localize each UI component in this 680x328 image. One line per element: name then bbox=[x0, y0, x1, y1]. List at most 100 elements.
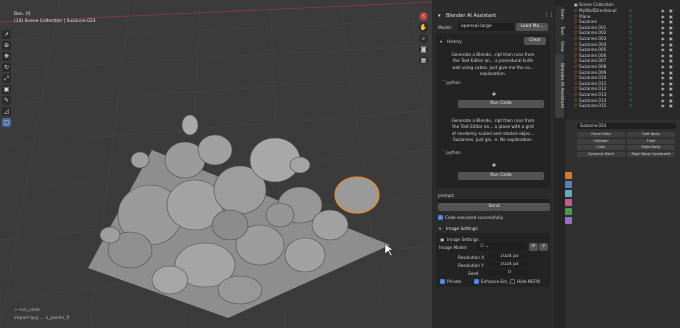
visibility-eye-icon[interactable]: ◉ bbox=[661, 64, 665, 69]
outliner-row[interactable]: ▽ Suzanne.009 ▽ ◉ ▣ bbox=[565, 70, 680, 75]
gizmo-x-icon[interactable]: X bbox=[419, 12, 428, 21]
select-tool-icon[interactable]: ➚ bbox=[2, 30, 11, 39]
outliner-row[interactable]: ▽ Suzanne.003 ▽ ◉ ▣ bbox=[565, 36, 680, 41]
send-button[interactable]: Send bbox=[438, 203, 550, 211]
outliner-row[interactable]: ▽ Suzanne.004 ▽ ◉ ▣ bbox=[565, 42, 680, 47]
outliner-row[interactable]: ▽ Suzanne.008 ▽ ◉ ▣ bbox=[565, 64, 680, 69]
visibility-eye-icon[interactable]: ◉ bbox=[661, 103, 665, 108]
physics-button[interactable]: Rigid Body Constraint bbox=[627, 151, 675, 157]
visibility-eye-icon[interactable]: ◉ bbox=[661, 8, 665, 13]
physics-button[interactable]: Force Field bbox=[577, 132, 625, 137]
physics-button[interactable]: Collision bbox=[577, 138, 625, 144]
resolution-x-field[interactable]: 1024 px bbox=[488, 254, 528, 260]
add-cube-tool-icon[interactable]: ▢ bbox=[2, 118, 11, 127]
visibility-eye-icon[interactable]: ◉ bbox=[661, 92, 665, 97]
panel-collapse-icon[interactable]: ▾ bbox=[438, 13, 441, 19]
physics-button[interactable]: Rigid Body bbox=[627, 145, 675, 150]
image-settings-expand-icon[interactable]: ▾ bbox=[439, 226, 441, 231]
visibility-eye-icon[interactable]: ◉ bbox=[661, 53, 665, 58]
transform-tool-icon[interactable]: ▣ bbox=[2, 85, 11, 94]
visibility-eye-icon[interactable]: ◉ bbox=[661, 14, 665, 19]
render-camera-icon[interactable]: ▣ bbox=[669, 86, 673, 91]
render-camera-icon[interactable]: ▣ bbox=[669, 36, 673, 41]
outliner-header[interactable]: ▣ Scene Collection bbox=[565, 2, 680, 7]
refresh-icon[interactable]: ⟳ bbox=[529, 243, 538, 251]
visibility-eye-icon[interactable]: ◉ bbox=[661, 98, 665, 103]
object-name-field[interactable]: Suzanne.024 bbox=[577, 123, 676, 129]
tab-ai-assistant[interactable]: Blender AI Assistant bbox=[555, 54, 564, 118]
visibility-eye-icon[interactable]: ◉ bbox=[661, 30, 665, 35]
image-settings-section[interactable]: Image Settings bbox=[446, 226, 478, 231]
render-camera-icon[interactable]: ▣ bbox=[669, 75, 673, 80]
outliner-row[interactable]: ▽ Plane ▽ ◉ ▣ bbox=[565, 14, 680, 19]
outliner-row[interactable]: ▽ Suzanne.007 ▽ ◉ ▣ bbox=[565, 58, 680, 63]
measure-tool-icon[interactable]: ◿ bbox=[2, 107, 11, 116]
scale-tool-icon[interactable]: ⤢ bbox=[2, 74, 11, 83]
render-camera-icon[interactable]: ▣ bbox=[669, 64, 673, 69]
render-camera-icon[interactable]: ▣ bbox=[669, 81, 673, 86]
hand-pan-icon[interactable]: ✋ bbox=[419, 23, 428, 32]
tab-item[interactable]: Item bbox=[555, 6, 564, 22]
render-camera-icon[interactable]: ▣ bbox=[669, 70, 673, 75]
visibility-eye-icon[interactable]: ◉ bbox=[661, 81, 665, 86]
render-camera-icon[interactable]: ▣ bbox=[669, 98, 673, 103]
outliner-row[interactable]: ▽ Suzanne.012 ▽ ◉ ▣ bbox=[565, 86, 680, 91]
data-icon[interactable] bbox=[565, 208, 572, 215]
render-camera-icon[interactable]: ▣ bbox=[669, 14, 673, 19]
hide-nsfw-checkbox[interactable] bbox=[510, 279, 515, 284]
outliner-row[interactable]: ▽ Suzanne.015 ▽ ◉ ▣ bbox=[565, 103, 680, 108]
render-camera-icon[interactable]: ▣ bbox=[669, 8, 673, 13]
seed-field[interactable]: 0 bbox=[488, 270, 528, 276]
outliner-row[interactable]: ▽ Suzanne.001 ▽ ◉ ▣ bbox=[565, 25, 680, 30]
outliner-row[interactable]: ▽ MyWallDirectional ▽ ◉ ▣ bbox=[565, 8, 680, 13]
run-code-button[interactable]: Run Code bbox=[458, 172, 544, 180]
render-camera-icon[interactable]: ▣ bbox=[669, 58, 673, 63]
tab-view[interactable]: View bbox=[555, 38, 564, 54]
zoom-icon[interactable]: ⌕ bbox=[419, 34, 428, 43]
outliner-row[interactable]: ▽ Suzanne.002 ▽ ◉ ▣ bbox=[565, 30, 680, 35]
render-camera-icon[interactable]: ▣ bbox=[669, 25, 673, 30]
modifier-icon[interactable] bbox=[565, 181, 572, 188]
physics-button[interactable]: Dynamic Paint bbox=[577, 151, 625, 157]
run-code-button[interactable]: Run Code bbox=[458, 100, 544, 108]
outliner-row[interactable]: ▽ Suzanne.013 ▽ ◉ ▣ bbox=[565, 92, 680, 97]
drag-handle-icon[interactable]: ⋮⋮ bbox=[544, 12, 554, 18]
grid-view-icon[interactable]: ▦ bbox=[419, 56, 428, 65]
external-link-icon[interactable]: ⇗ bbox=[539, 243, 548, 251]
material-icon[interactable] bbox=[565, 217, 572, 224]
render-camera-icon[interactable]: ▣ bbox=[669, 47, 673, 52]
3d-viewport[interactable]: Ban. (f) (14) Scene Collection | Suzanne… bbox=[0, 0, 432, 328]
visibility-eye-icon[interactable]: ◉ bbox=[661, 25, 665, 30]
resolution-y-field[interactable]: 1024 px bbox=[488, 262, 528, 268]
visibility-eye-icon[interactable]: ◉ bbox=[661, 19, 665, 24]
move-tool-icon[interactable]: ✥ bbox=[2, 52, 11, 61]
load-model-button[interactable]: Load Mo... bbox=[516, 23, 548, 31]
clear-history-button[interactable]: Clear bbox=[524, 37, 546, 45]
render-camera-icon[interactable]: ▣ bbox=[669, 92, 673, 97]
object-properties-icon[interactable] bbox=[565, 172, 572, 179]
image-model-dropdown[interactable]: ⎔ ⌄ bbox=[477, 243, 527, 251]
outliner-row[interactable]: ▽ Suzanne.014 ▽ ◉ ▣ bbox=[565, 98, 680, 103]
outliner-row[interactable]: ▽ Suzanne ▽ ◉ ▣ bbox=[565, 19, 680, 24]
private-checkbox[interactable]: ✓ bbox=[440, 279, 445, 284]
visibility-eye-icon[interactable]: ◉ bbox=[661, 47, 665, 52]
history-expand-icon[interactable]: ▾ bbox=[440, 39, 442, 44]
tab-tool[interactable]: Tool bbox=[555, 22, 564, 38]
visibility-eye-icon[interactable]: ◉ bbox=[661, 36, 665, 41]
annotate-tool-icon[interactable]: ✎ bbox=[2, 96, 11, 105]
outliner-row[interactable]: ▽ Suzanne.011 ▽ ◉ ▣ bbox=[565, 81, 680, 86]
render-camera-icon[interactable]: ▣ bbox=[669, 103, 673, 108]
visibility-eye-icon[interactable]: ◉ bbox=[661, 58, 665, 63]
render-camera-icon[interactable]: ▣ bbox=[669, 42, 673, 47]
outliner-row[interactable]: ▽ Suzanne.005 ▽ ◉ ▣ bbox=[565, 47, 680, 52]
physics-button[interactable]: Soft Body bbox=[627, 132, 675, 137]
render-camera-icon[interactable]: ▣ bbox=[669, 53, 673, 58]
enhance-checkbox[interactable]: ✓ bbox=[474, 279, 479, 284]
outliner-row[interactable]: ▽ Suzanne.006 ▽ ◉ ▣ bbox=[565, 53, 680, 58]
outliner-row[interactable]: ▽ Suzanne.010 ▽ ◉ ▣ bbox=[565, 75, 680, 80]
constraints-icon[interactable] bbox=[565, 199, 572, 206]
model-dropdown[interactable]: opensai-large bbox=[458, 23, 514, 31]
visibility-eye-icon[interactable]: ◉ bbox=[661, 75, 665, 80]
visibility-eye-icon[interactable]: ◉ bbox=[661, 86, 665, 91]
render-camera-icon[interactable]: ▣ bbox=[669, 19, 673, 24]
